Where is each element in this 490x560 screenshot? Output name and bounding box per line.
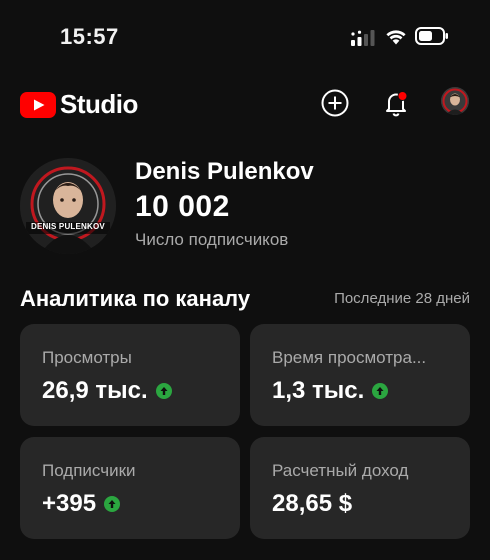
metric-card-subscribers[interactable]: Подписчики +395 xyxy=(20,437,240,539)
metric-card-revenue[interactable]: Расчетный доход 28,65 $ xyxy=(250,437,470,539)
metric-value: 28,65 $ xyxy=(272,490,353,517)
channel-name: Denis Pulenkov xyxy=(135,158,314,185)
cellular-signal-icon xyxy=(351,30,375,46)
channel-avatar[interactable]: DENIS PULENKOV xyxy=(20,158,116,254)
subscriber-label: Число подписчиков xyxy=(135,230,289,249)
create-plus-icon[interactable] xyxy=(320,88,350,118)
metric-value: +395 xyxy=(42,490,97,517)
metric-label: Расчетный доход xyxy=(272,461,409,480)
account-avatar[interactable] xyxy=(441,87,469,115)
metric-label: Время просмотра... xyxy=(272,348,427,367)
trend-up-icon xyxy=(155,383,172,399)
battery-icon xyxy=(415,27,448,45)
subscriber-count: 10 002 xyxy=(135,190,230,223)
metric-card-watch-time[interactable]: Время просмотра... 1,3 тыс. xyxy=(250,324,470,426)
youtube-logo-icon xyxy=(20,91,56,118)
analytics-title: Аналитика по каналу xyxy=(20,286,251,311)
app-header: Studio xyxy=(0,80,490,126)
trend-up-icon xyxy=(372,383,389,399)
status-time: 15:57 xyxy=(60,24,119,49)
avatar-caption: DENIS PULENKOV xyxy=(31,222,105,231)
metric-label: Просмотры xyxy=(42,348,132,367)
studio-logo[interactable]: Studio xyxy=(20,89,138,120)
app-name: Studio xyxy=(60,89,138,119)
wifi-icon xyxy=(386,30,406,45)
notifications-bell-icon[interactable] xyxy=(381,88,411,118)
status-bar: 15:57 xyxy=(0,0,490,70)
metric-value: 26,9 тыс. xyxy=(42,377,148,404)
metric-label: Подписчики xyxy=(42,461,136,480)
channel-summary: DENIS PULENKOV Denis Pulenkov 10 002 Чис… xyxy=(20,158,470,258)
trend-up-icon xyxy=(104,496,121,512)
analytics-period: Последние 28 дней xyxy=(334,290,470,307)
metric-value: 1,3 тыс. xyxy=(272,377,365,404)
metric-card-views[interactable]: Просмотры 26,9 тыс. xyxy=(20,324,240,426)
